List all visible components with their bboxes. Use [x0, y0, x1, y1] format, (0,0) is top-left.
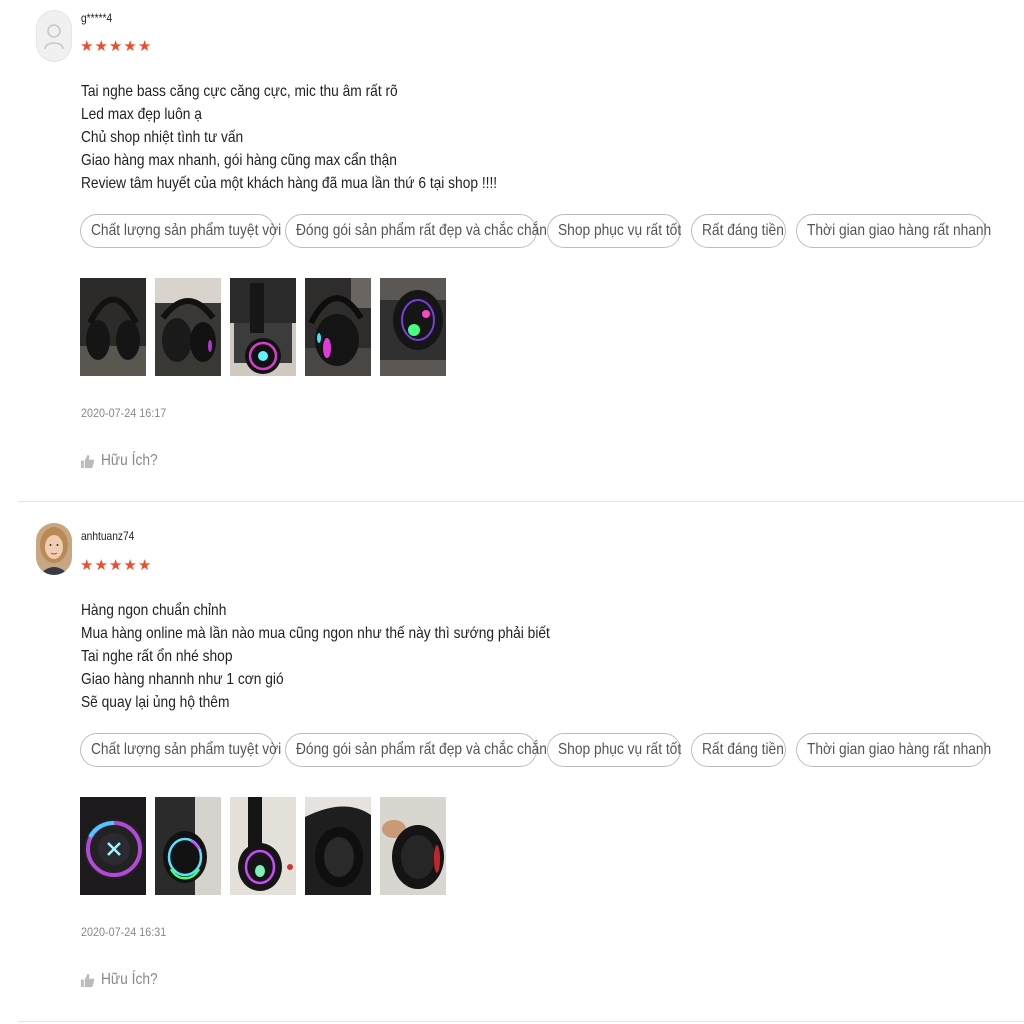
thumbs-up-icon: [80, 973, 95, 987]
review-media: [80, 797, 446, 895]
star-icon: ★: [108, 557, 123, 574]
helpful-button[interactable]: Hữu Ích?: [80, 971, 167, 989]
review-photo[interactable]: [230, 278, 296, 376]
review-tags: Chất lượng sản phẩm tuyệt vời Đóng gói s…: [80, 214, 991, 248]
review-comment: Hàng ngon chuẩn chỉnh Mua hàng online mà…: [81, 599, 550, 714]
helpful-label: Hữu Ích?: [101, 452, 158, 469]
comment-line: Hàng ngon chuẩn chỉnh: [81, 602, 227, 619]
review-photo[interactable]: [80, 797, 146, 895]
review-date: 2020-07-24 16:17: [81, 406, 167, 420]
comment-line: Tai nghe rất ổn nhé shop: [81, 648, 233, 665]
review-divider: [18, 501, 1024, 502]
review-photo[interactable]: [155, 797, 221, 895]
review-item: anhtuanz74 ★ ★ ★ ★ ★ Hàng ngon chuẩn chỉ…: [0, 519, 1024, 1024]
user-placeholder-icon: [44, 24, 64, 50]
star-icon: ★: [108, 38, 123, 55]
reviewer-username[interactable]: anhtuanz74: [81, 529, 134, 543]
rating-stars: ★ ★ ★ ★ ★: [80, 558, 151, 573]
review-tag[interactable]: Rất đáng tiền: [691, 214, 786, 248]
avatar[interactable]: [36, 523, 72, 575]
star-icon: ★: [94, 557, 108, 574]
star-icon: ★: [137, 557, 152, 574]
comment-line: Sẽ quay lại ủng hộ thêm: [81, 694, 230, 711]
review-item: g*****4 ★ ★ ★ ★ ★ Tai nghe bass căng cực…: [0, 0, 1024, 502]
review-tag[interactable]: Đóng gói sản phẩm rất đẹp và chắc chắn: [285, 733, 547, 767]
helpful-button[interactable]: Hữu Ích?: [80, 452, 167, 470]
review-tag[interactable]: Chất lượng sản phẩm tuyệt vời: [80, 733, 281, 767]
comment-line: Mua hàng online mà lần nào mua cũng ngon…: [81, 625, 550, 642]
comment-line: Review tâm huyết của một khách hàng đã m…: [81, 175, 498, 192]
review-media: [80, 278, 446, 376]
comment-line: Tai nghe bass căng cực căng cực, mic thu…: [81, 83, 398, 100]
review-tag[interactable]: Chất lượng sản phẩm tuyệt vời: [80, 214, 281, 248]
star-icon: ★: [80, 38, 94, 55]
review-date: 2020-07-24 16:31: [81, 925, 167, 939]
reviewer-username[interactable]: g*****4: [81, 11, 112, 25]
review-tag[interactable]: Shop phục vụ rất tốt: [547, 214, 681, 248]
rating-stars: ★ ★ ★ ★ ★: [80, 39, 151, 54]
star-icon: ★: [94, 38, 108, 55]
user-photo: [36, 523, 72, 575]
comment-line: Giao hàng max nhanh, gói hàng cũng max c…: [81, 152, 397, 169]
star-icon: ★: [123, 557, 137, 574]
comment-line: Giao hàng nhannh như 1 cơn gió: [81, 671, 284, 688]
review-tag[interactable]: Thời gian giao hàng rất nhanh: [796, 214, 991, 248]
review-photo[interactable]: [305, 797, 371, 895]
helpful-label: Hữu Ích?: [101, 971, 158, 988]
review-photo[interactable]: [305, 278, 371, 376]
comment-line: Chủ shop nhiệt tình tư vấn: [81, 129, 244, 146]
review-photo[interactable]: [230, 797, 296, 895]
review-photo[interactable]: [155, 278, 221, 376]
comment-line: Led max đẹp luôn ạ: [81, 106, 202, 123]
review-photo[interactable]: [380, 797, 446, 895]
review-divider: [18, 1021, 1024, 1022]
review-tags: Chất lượng sản phẩm tuyệt vời Đóng gói s…: [80, 733, 991, 767]
star-icon: ★: [123, 38, 137, 55]
review-comment: Tai nghe bass căng cực căng cực, mic thu…: [81, 80, 497, 195]
avatar[interactable]: [36, 10, 72, 62]
review-tag[interactable]: Shop phục vụ rất tốt: [547, 733, 681, 767]
review-tag[interactable]: Đóng gói sản phẩm rất đẹp và chắc chắn: [285, 214, 547, 248]
review-tag[interactable]: Rất đáng tiền: [691, 733, 786, 767]
star-icon: ★: [137, 38, 152, 55]
review-tag[interactable]: Thời gian giao hàng rất nhanh: [796, 733, 991, 767]
review-photo[interactable]: [380, 278, 446, 376]
review-photo[interactable]: [80, 278, 146, 376]
star-icon: ★: [80, 557, 94, 574]
thumbs-up-icon: [80, 454, 95, 468]
